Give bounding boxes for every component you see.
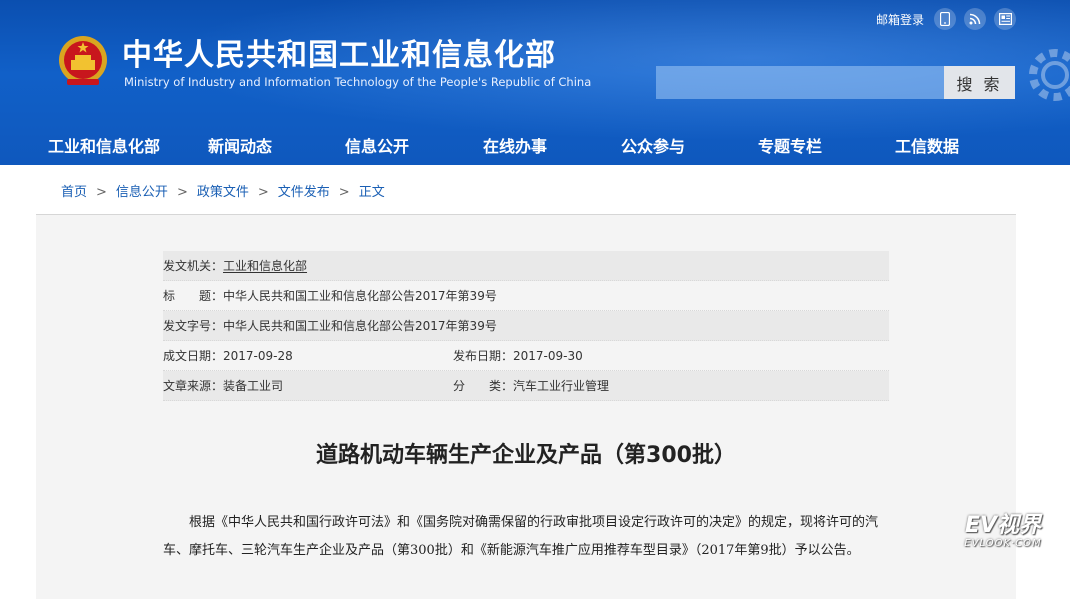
breadcrumb-separator: > [96, 185, 107, 200]
issuer-link[interactable]: 工业和信息化部 [223, 257, 307, 274]
meta-cell: 文章来源： 装备工业司 [163, 377, 453, 394]
meta-row-issuer: 发文机关： 工业和信息化部 [163, 251, 889, 281]
published-label: 发布日期： [453, 349, 514, 363]
nav-item-public-participation[interactable]: 公众参与 [621, 133, 685, 157]
published-value: 2017-09-30 [513, 348, 583, 363]
main-nav: 工业和信息化部 新闻动态 信息公开 在线办事 公众参与 专题专栏 工信数据 [0, 124, 1070, 165]
search-button[interactable]: 搜 索 [944, 66, 1015, 99]
evlook-watermark: EV视界 EVLOOK·COM [958, 514, 1048, 550]
breadcrumb-home[interactable]: 首页 [61, 185, 87, 200]
issuer-label: 发文机关： [163, 259, 224, 273]
rss-icon[interactable] [964, 8, 987, 30]
watermark-sub: EVLOOK·COM [964, 538, 1042, 549]
article-panel: 发文机关： 工业和信息化部 标 题： 中华人民共和国工业和信息化部公告2017年第3… [36, 215, 1016, 599]
nav-item-info-disclosure[interactable]: 信息公开 [345, 133, 409, 157]
national-emblem-icon [59, 36, 107, 85]
gear-decoration-icon [1029, 49, 1070, 101]
site-subtitle-en: Ministry of Industry and Information Tec… [124, 75, 592, 89]
site-header: 中华人民共和国工业和信息化部 Ministry of Industry and … [0, 0, 1070, 165]
source-label: 文章来源： [163, 379, 224, 393]
breadcrumb-current[interactable]: 正文 [359, 185, 385, 200]
meta-cell: 分 类： 汽车工业行业管理 [453, 377, 609, 394]
document-meta-table: 发文机关： 工业和信息化部 标 题： 中华人民共和国工业和信息化部公告2017年第3… [163, 251, 889, 401]
nav-item-data[interactable]: 工信数据 [895, 133, 959, 157]
breadcrumb: 首页 > 信息公开 > 政策文件 > 文件发布 > 正文 [61, 181, 385, 200]
breadcrumb-separator: > [338, 185, 350, 200]
news-icon[interactable] [994, 8, 1017, 30]
breadcrumb-document-release[interactable]: 文件发布 [278, 185, 330, 200]
top-links: 邮箱登录 [876, 8, 1017, 30]
nav-item-news[interactable]: 新闻动态 [208, 133, 272, 157]
breadcrumb-separator: > [176, 185, 188, 200]
meta-cell: 发布日期： 2017-09-30 [453, 347, 583, 364]
mobile-icon[interactable] [934, 8, 957, 30]
meta-cell: 成文日期： 2017-09-28 [163, 347, 453, 364]
docno-label: 发文字号： [163, 319, 224, 333]
category-value: 汽车工业行业管理 [513, 379, 610, 393]
title-value: 中华人民共和国工业和信息化部公告2017年第39号 [223, 289, 497, 303]
nav-item-online-services[interactable]: 在线办事 [483, 133, 547, 157]
document-paragraph: 根据《中华人民共和国行政许可法》和《国务院对确需保留的行政审批项目设定行政许可的… [163, 515, 879, 558]
meta-cell: 发文字号： 中华人民共和国工业和信息化部公告2017年第39号 [163, 317, 497, 334]
nav-item-special-topics[interactable]: 专题专栏 [758, 133, 822, 157]
created-value: 2017-09-28 [223, 348, 293, 363]
meta-row-docno: 发文字号： 中华人民共和国工业和信息化部公告2017年第39号 [163, 311, 889, 341]
watermark-main: EV视界 [964, 513, 1042, 538]
nav-item-miit[interactable]: 工业和信息化部 [48, 133, 160, 157]
category-label: 分 类： [453, 379, 514, 393]
meta-row-source: 文章来源： 装备工业司 分 类： 汽车工业行业管理 [163, 371, 889, 401]
source-value: 装备工业司 [223, 379, 284, 393]
meta-row-title: 标 题： 中华人民共和国工业和信息化部公告2017年第39号 [163, 281, 889, 311]
breadcrumb-policy-documents[interactable]: 政策文件 [197, 185, 249, 200]
title-label: 标 题： [163, 289, 224, 303]
search-input[interactable] [656, 66, 944, 99]
breadcrumb-info-disclosure[interactable]: 信息公开 [116, 185, 168, 200]
document-body: 根据《中华人民共和国行政许可法》和《国务院对确需保留的行政审批项目设定行政许可的… [163, 509, 889, 564]
document-title: 道路机动车辆生产企业及产品（第300批） [316, 443, 736, 468]
mail-login-link[interactable]: 邮箱登录 [876, 11, 924, 28]
meta-cell: 发文机关： 工业和信息化部 [163, 257, 307, 274]
meta-cell: 标 题： 中华人民共和国工业和信息化部公告2017年第39号 [163, 287, 497, 304]
breadcrumb-separator: > [257, 185, 269, 200]
created-label: 成文日期： [163, 349, 224, 363]
meta-row-dates: 成文日期： 2017-09-28 发布日期： 2017-09-30 [163, 341, 889, 371]
docno-value: 中华人民共和国工业和信息化部公告2017年第39号 [223, 319, 497, 333]
site-title: 中华人民共和国工业和信息化部 [122, 38, 556, 73]
